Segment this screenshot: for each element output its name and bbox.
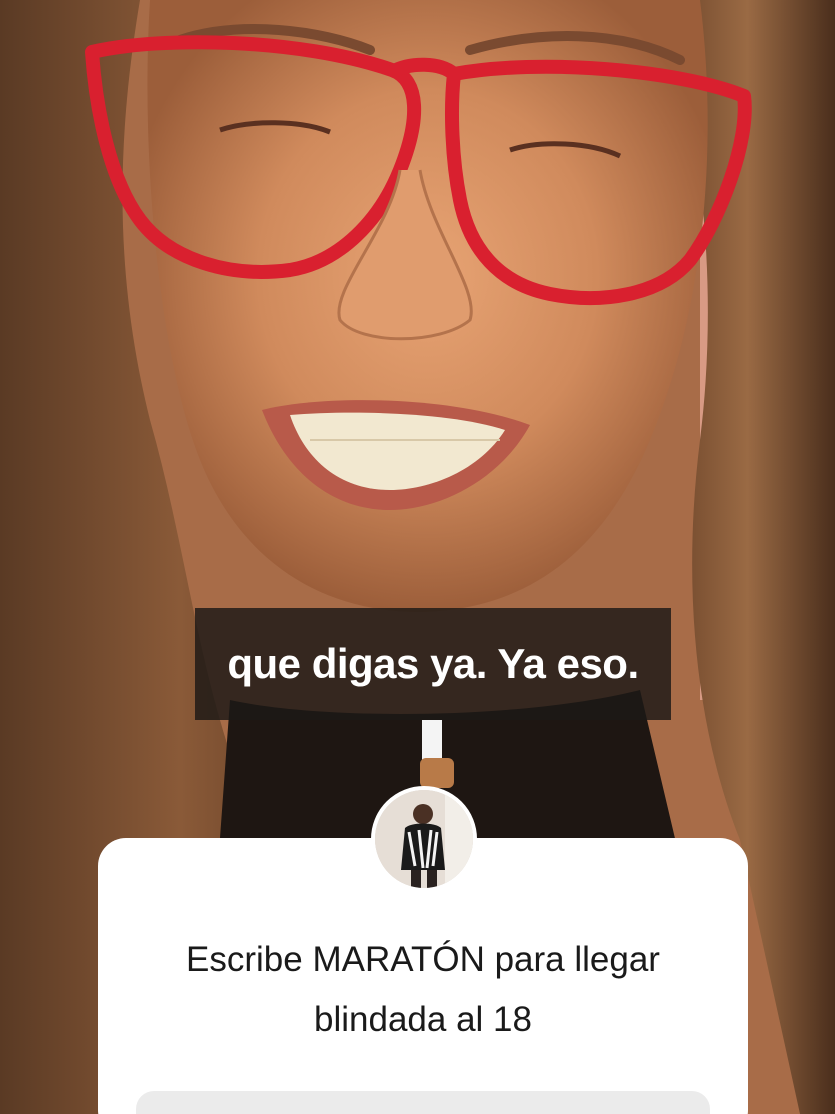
question-prompt: Escribe MARATÓN para llegar blindada al … (120, 930, 726, 1050)
subtitle-caption: que digas ya. Ya eso. (195, 608, 671, 720)
avatar-photo (375, 790, 473, 888)
subtitle-text: que digas ya. Ya eso. (227, 640, 639, 687)
avatar (371, 786, 477, 892)
story-view: que digas ya. Ya eso. Escribe MARATÓN pa… (0, 0, 835, 1114)
question-prompt-line-2: blindada al 18 (314, 1000, 532, 1039)
question-prompt-line-1: Escribe MARATÓN para llegar (186, 940, 660, 979)
answer-input[interactable] (136, 1091, 710, 1114)
